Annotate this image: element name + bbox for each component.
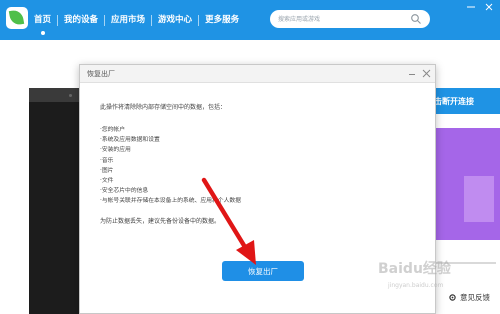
dialog-header: 恢复出厂: [80, 65, 435, 83]
feedback-link[interactable]: 意见反馈: [448, 292, 490, 303]
list-item: ·您的帐户: [100, 127, 126, 133]
dialog-close-icon[interactable]: [422, 69, 431, 78]
disconnect-button[interactable]: 击断开连接: [430, 88, 500, 114]
minimize-window-icon[interactable]: [466, 2, 476, 12]
gear-icon: [449, 294, 456, 301]
annotation-arrow-icon: [201, 177, 256, 265]
dialog-intro-text: 此操作将清除除内部存储空间中的数据，包括：: [100, 104, 227, 111]
search-box[interactable]: 搜索应用或游戏: [270, 10, 430, 28]
search-icon[interactable]: [410, 13, 422, 25]
close-window-icon[interactable]: [484, 2, 494, 12]
watermark-url: jingyan.baidu.com: [388, 282, 444, 289]
list-item: ·安装的应用: [100, 147, 131, 154]
nav-item-home[interactable]: 首页: [34, 13, 57, 27]
search-placeholder: 搜索应用或游戏: [278, 16, 321, 23]
promo-banner[interactable]: [434, 128, 500, 240]
nav-item-game-center[interactable]: 游戏中心: [152, 13, 198, 27]
dialog-title: 恢复出厂: [87, 70, 115, 78]
nav-item-app-market[interactable]: 应用市场: [105, 13, 151, 27]
disconnect-button-label: 击断开连接: [434, 97, 474, 106]
list-item: ·音乐: [100, 157, 114, 164]
active-nav-indicator: [41, 31, 45, 35]
list-item: ·系统及应用数据和设置: [100, 137, 160, 144]
feedback-label: 意见反馈: [460, 293, 490, 302]
dialog-minimize-icon[interactable]: [409, 74, 415, 75]
app-logo-icon: [6, 7, 28, 29]
top-bar: 首页 我的设备 应用市场 游戏中心 更多服务 搜索应用或游戏: [0, 0, 500, 40]
nav-item-my-devices[interactable]: 我的设备: [58, 13, 104, 27]
watermark-text: Baidu经验: [378, 261, 451, 277]
main-nav: 首页 我的设备 应用市场 游戏中心 更多服务: [34, 12, 245, 28]
device-camera-dot: [69, 94, 72, 97]
promo-graphic: [464, 176, 494, 222]
nav-item-more-services[interactable]: 更多服务: [199, 13, 245, 27]
